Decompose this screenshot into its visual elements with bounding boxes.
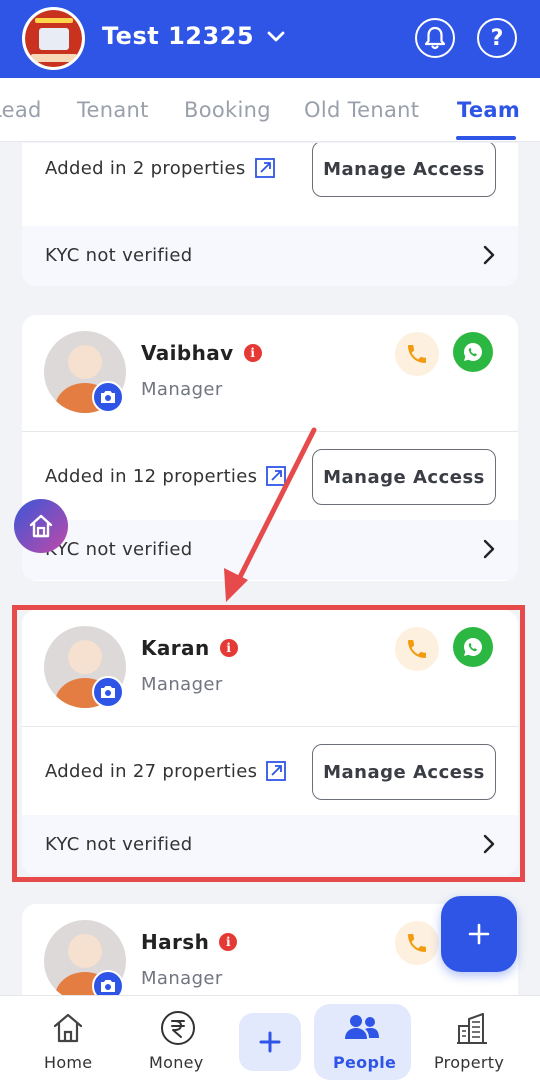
bottom-nav: Home Money People Property bbox=[0, 995, 540, 1080]
add-member-fab[interactable] bbox=[441, 896, 517, 972]
app-header: Test 12325 ? bbox=[0, 0, 540, 78]
arrow-annotation bbox=[224, 427, 317, 602]
active-tab-indicator bbox=[456, 136, 516, 140]
home-icon bbox=[53, 1013, 83, 1043]
property-switcher[interactable]: Test 12325 bbox=[102, 22, 288, 50]
plus-icon bbox=[468, 923, 490, 945]
notification-button[interactable] bbox=[415, 18, 455, 58]
rupee-icon bbox=[161, 1011, 195, 1045]
floating-home-button[interactable] bbox=[14, 499, 68, 553]
nav-people[interactable]: People bbox=[314, 996, 411, 1080]
nav-property[interactable]: Property bbox=[432, 996, 522, 1080]
plus-icon bbox=[259, 1031, 281, 1053]
team-list[interactable]: Added in 2 properties Manage Access KYC … bbox=[0, 143, 540, 995]
brand-logo[interactable] bbox=[22, 7, 85, 70]
tab-team[interactable]: Team bbox=[457, 98, 520, 122]
tab-tenant[interactable]: Tenant bbox=[77, 98, 149, 122]
bell-icon bbox=[424, 26, 446, 50]
building-icon bbox=[457, 1013, 487, 1044]
people-icon bbox=[345, 1015, 379, 1039]
help-button[interactable]: ? bbox=[477, 18, 517, 58]
tab-old-tenant[interactable]: Old Tenant bbox=[304, 98, 419, 122]
chevron-down-icon bbox=[267, 31, 285, 42]
quick-add-button[interactable] bbox=[239, 1013, 301, 1071]
nav-money[interactable]: Money bbox=[136, 996, 220, 1080]
tab-booking[interactable]: Booking bbox=[184, 98, 271, 122]
page-title: Test 12325 bbox=[102, 22, 255, 50]
nav-home[interactable]: Home bbox=[28, 996, 108, 1080]
home-icon bbox=[29, 514, 53, 538]
help-icon: ? bbox=[490, 25, 504, 51]
tab-lead[interactable]: Lead bbox=[0, 98, 42, 122]
tab-bar: Lead Tenant Booking Old Tenant Team bbox=[0, 78, 540, 142]
